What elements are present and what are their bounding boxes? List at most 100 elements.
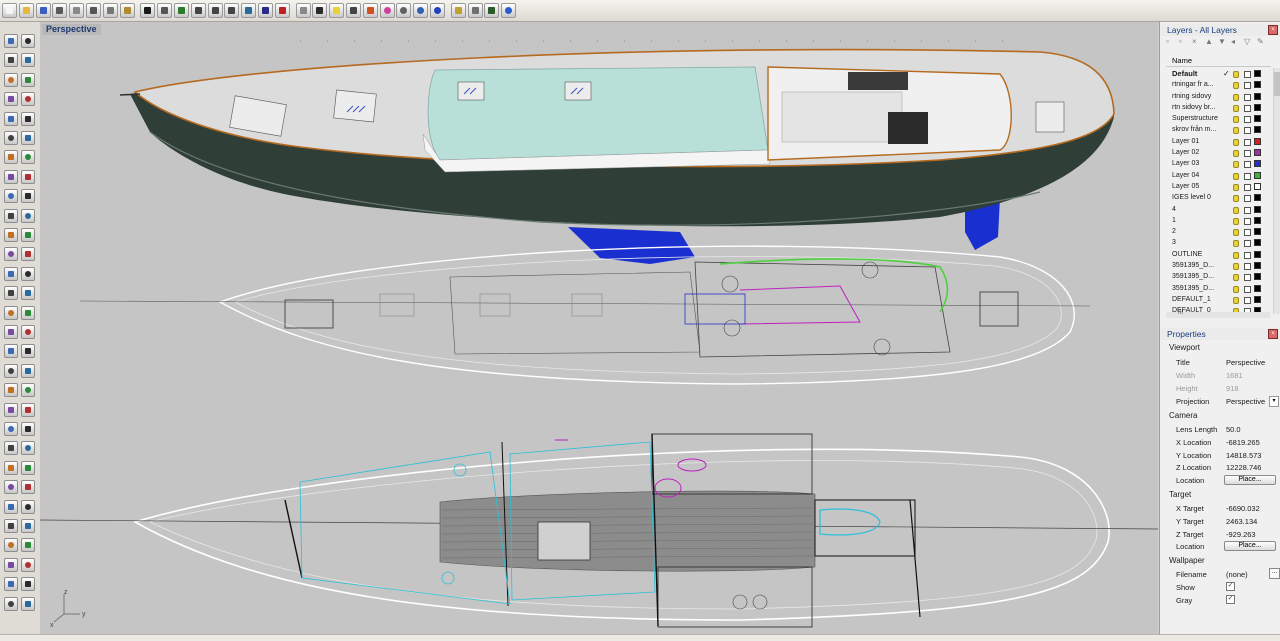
layer-visible-bulb-icon[interactable]	[1233, 263, 1239, 271]
cut-icon[interactable]	[85, 3, 101, 18]
move-parent-icon[interactable]: ◂	[1231, 38, 1239, 46]
select-icon[interactable]	[4, 34, 18, 48]
camera-place-button[interactable]: Place...	[1224, 475, 1276, 485]
sphere-icon[interactable]	[429, 3, 445, 18]
layer-row[interactable]: Layer 01	[1166, 136, 1271, 147]
tools-icon[interactable]: ✎	[1257, 38, 1265, 46]
rotate-object-icon[interactable]	[4, 208, 18, 223]
x-target-field[interactable]: -6690.032	[1226, 504, 1260, 513]
layer-visible-bulb-icon[interactable]	[1233, 172, 1239, 180]
cone-icon[interactable]	[21, 363, 35, 378]
loft-icon[interactable]	[21, 150, 35, 165]
sweep-icon[interactable]	[4, 402, 18, 417]
new-sublayer-icon[interactable]: ▫	[1179, 38, 1187, 46]
move-up-icon[interactable]: ▲	[1205, 38, 1213, 46]
four-viewports-icon[interactable]	[257, 3, 273, 18]
z-target-field[interactable]: -929.263	[1226, 530, 1256, 539]
projection-select[interactable]: Perspective	[1226, 397, 1265, 406]
layer-lock-icon[interactable]	[1244, 183, 1251, 191]
lock-icon[interactable]	[345, 3, 361, 18]
layer-row[interactable]: 3591395_D...	[1166, 271, 1271, 282]
ungroup-icon[interactable]	[21, 286, 35, 301]
circle-icon[interactable]	[396, 3, 412, 18]
layer-color-swatch[interactable]	[1254, 126, 1261, 134]
offset-icon[interactable]	[4, 441, 18, 456]
layer-visible-bulb-icon[interactable]	[1233, 240, 1239, 248]
layer-lock-icon[interactable]	[1244, 71, 1251, 78]
layer-row[interactable]: Layer 04	[1166, 170, 1271, 181]
layer-lock-icon[interactable]	[1244, 285, 1251, 293]
show-checkbox[interactable]: ✓	[1226, 582, 1235, 591]
section-icon[interactable]	[21, 480, 35, 495]
layer-row[interactable]: 1	[1166, 215, 1271, 226]
layer-color-swatch[interactable]	[1254, 295, 1261, 303]
move-down-icon[interactable]: ▼	[1218, 38, 1226, 46]
layer-lock-icon[interactable]	[1244, 229, 1251, 237]
layer-lock-icon[interactable]	[1244, 206, 1251, 214]
close-layers-panel-icon[interactable]: ×	[1268, 25, 1278, 35]
layer-lock-icon[interactable]	[1244, 240, 1251, 248]
layer-color-swatch[interactable]	[1254, 103, 1261, 111]
delete-layer-icon[interactable]: ×	[1192, 38, 1200, 46]
layer-visible-bulb-icon[interactable]	[1233, 161, 1239, 169]
layer-row[interactable]: DEFAULT_1	[1166, 294, 1271, 305]
layer-color-swatch[interactable]	[1254, 284, 1261, 292]
layer-color-swatch[interactable]	[1254, 171, 1261, 179]
snapshot-icon[interactable]	[21, 557, 35, 572]
point-icon[interactable]	[21, 34, 35, 48]
layer-row[interactable]: 3	[1166, 237, 1271, 248]
render-icon[interactable]	[312, 3, 328, 18]
layer-row[interactable]: 4	[1166, 204, 1271, 215]
layer-row[interactable]: rtning sidovy	[1166, 91, 1271, 102]
layer-lock-icon[interactable]	[1244, 93, 1251, 101]
layer-row[interactable]: Superstructure	[1166, 113, 1271, 124]
layer-visible-bulb-icon[interactable]	[1233, 217, 1239, 225]
undo-icon[interactable]	[140, 3, 156, 18]
dimension-icon[interactable]	[4, 305, 18, 320]
grid-snap-icon[interactable]	[21, 596, 35, 611]
layer-visible-bulb-icon[interactable]	[1233, 274, 1239, 282]
text-icon[interactable]	[21, 305, 35, 320]
zoom-window-icon[interactable]	[190, 3, 206, 18]
layer-visible-bulb-icon[interactable]	[1233, 285, 1239, 293]
torus-icon[interactable]	[4, 383, 18, 398]
layer-color-swatch[interactable]	[1254, 205, 1261, 213]
arc-icon[interactable]	[21, 72, 35, 87]
curvature-icon[interactable]	[21, 499, 35, 514]
rotate-icon[interactable]	[173, 3, 189, 18]
layer-row[interactable]: Default ✓	[1166, 68, 1271, 79]
block-icon[interactable]	[21, 325, 35, 339]
revolve-icon[interactable]	[21, 402, 35, 417]
mirror-icon[interactable]	[4, 228, 18, 242]
grid-icon[interactable]	[484, 3, 500, 18]
projection-dropdown-icon[interactable]: ▾	[1269, 396, 1279, 407]
layer-color-swatch[interactable]	[1254, 160, 1261, 168]
bulb-icon[interactable]	[329, 3, 345, 18]
browse-filename-button[interactable]: ...	[1269, 568, 1280, 579]
layer-color-swatch[interactable]	[1254, 262, 1261, 270]
layer-visible-bulb-icon[interactable]	[1233, 206, 1239, 214]
plan-view-drawing[interactable]	[79, 245, 1091, 385]
layer-row[interactable]: 3591395_D...	[1166, 260, 1271, 271]
layer-color-swatch[interactable]	[1254, 70, 1261, 77]
zoom-selected-icon[interactable]	[224, 3, 240, 18]
project-icon[interactable]	[4, 460, 18, 475]
curve-icon[interactable]	[21, 53, 35, 68]
layer-color-swatch[interactable]	[1254, 137, 1261, 145]
layer-visible-bulb-icon[interactable]	[1233, 127, 1239, 135]
layer-color-swatch[interactable]	[1254, 239, 1261, 247]
model-scene[interactable]: z y x	[40, 22, 1158, 634]
material-icon[interactable]	[362, 3, 378, 18]
pipe-icon[interactable]	[21, 383, 35, 398]
move-icon[interactable]	[4, 189, 18, 204]
shade-icon[interactable]	[295, 3, 311, 18]
layer-color-swatch[interactable]	[1254, 149, 1261, 157]
layer-row[interactable]: rtningar fr a...	[1166, 79, 1271, 90]
layer-lock-icon[interactable]	[1244, 161, 1251, 169]
polyline-icon[interactable]	[4, 53, 18, 68]
sphere-icon[interactable]	[21, 131, 35, 145]
layer-lock-icon[interactable]	[1244, 274, 1251, 282]
layer-visible-bulb-icon[interactable]	[1233, 71, 1239, 78]
layer-lock-icon[interactable]	[1244, 82, 1251, 90]
layer-visible-bulb-icon[interactable]	[1233, 183, 1239, 191]
